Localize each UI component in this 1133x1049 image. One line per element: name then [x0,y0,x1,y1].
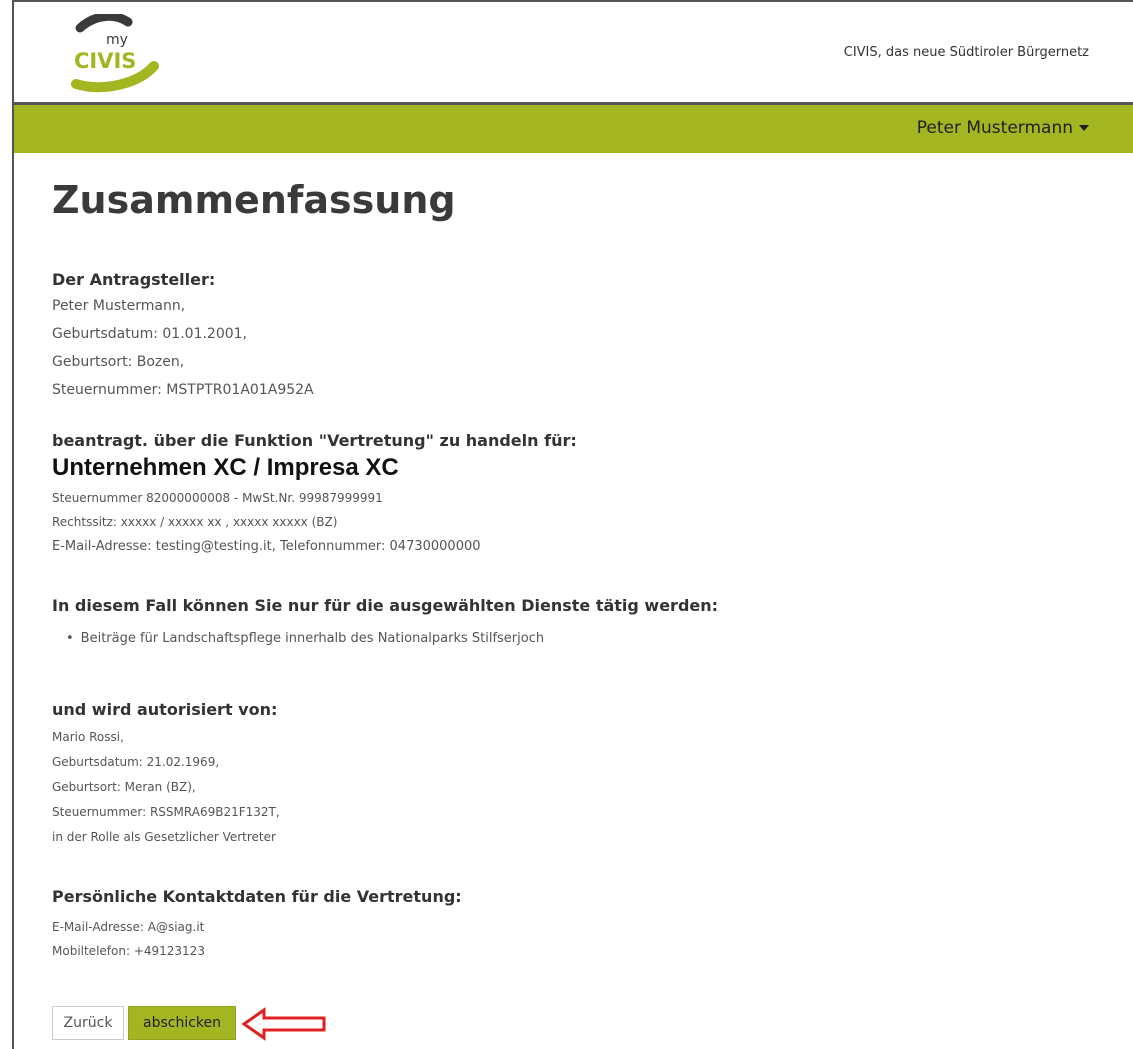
applicant-line: Steuernummer: MSTPTR01A01A952A [52,382,314,398]
tagline: CIVIS, das neue Südtiroler Bürgernetz [843,45,1089,60]
logo-big-text: CIVIS [74,49,136,73]
caret-down-icon [1079,125,1089,131]
nav-bar: Peter Mustermann [14,105,1133,153]
submit-button[interactable]: abschicken [128,1006,236,1040]
user-name: Peter Mustermann [916,118,1073,138]
authorized-line: Geburtsort: Meran (BZ), [52,780,196,794]
represent-heading: beantragt. über die Funktion "Vertretung… [52,431,577,450]
page-title: Zusammenfassung [52,178,456,222]
company-line: Steuernummer 82000000008 - MwSt.Nr. 9998… [52,491,383,505]
authorized-line: in der Rolle als Gesetzlicher Vertreter [52,830,276,844]
authorized-line: Mario Rossi, [52,730,124,744]
company-line: E-Mail-Adresse: testing@testing.it, Tele… [52,539,481,554]
authorized-line: Geburtsdatum: 21.02.1969, [52,755,220,769]
applicant-line: Geburtsort: Bozen, [52,354,185,370]
contact-line: Mobiltelefon: +49123123 [52,944,205,958]
service-item: Beiträge für Landschaftspflege innerhalb… [66,631,544,646]
applicant-heading: Der Antragsteller: [52,270,216,289]
arrow-left-icon [241,1007,326,1041]
contact-line: E-Mail-Adresse: A@siag.it [52,920,205,934]
header: my CIVIS CIVIS, das neue Südtiroler Bürg… [14,2,1133,102]
company-name: Unternehmen XC / Impresa XC [52,454,399,481]
applicant-line: Peter Mustermann, [52,298,186,314]
logo-small-text: my [106,32,128,48]
services-heading: In diesem Fall können Sie nur für die au… [52,596,719,615]
user-menu[interactable]: Peter Mustermann [917,118,1089,138]
back-button[interactable]: Zurück [52,1006,124,1040]
authorized-heading: und wird autorisiert von: [52,700,278,719]
mycivis-logo[interactable]: my CIVIS [58,14,168,96]
authorized-line: Steuernummer: RSSMRA69B21F132T, [52,805,280,819]
company-line: Rechtssitz: xxxxx / xxxxx xx , xxxxx xxx… [52,515,338,529]
applicant-line: Geburtsdatum: 01.01.2001, [52,326,248,342]
contact-heading: Persönliche Kontaktdaten für die Vertret… [52,887,462,906]
